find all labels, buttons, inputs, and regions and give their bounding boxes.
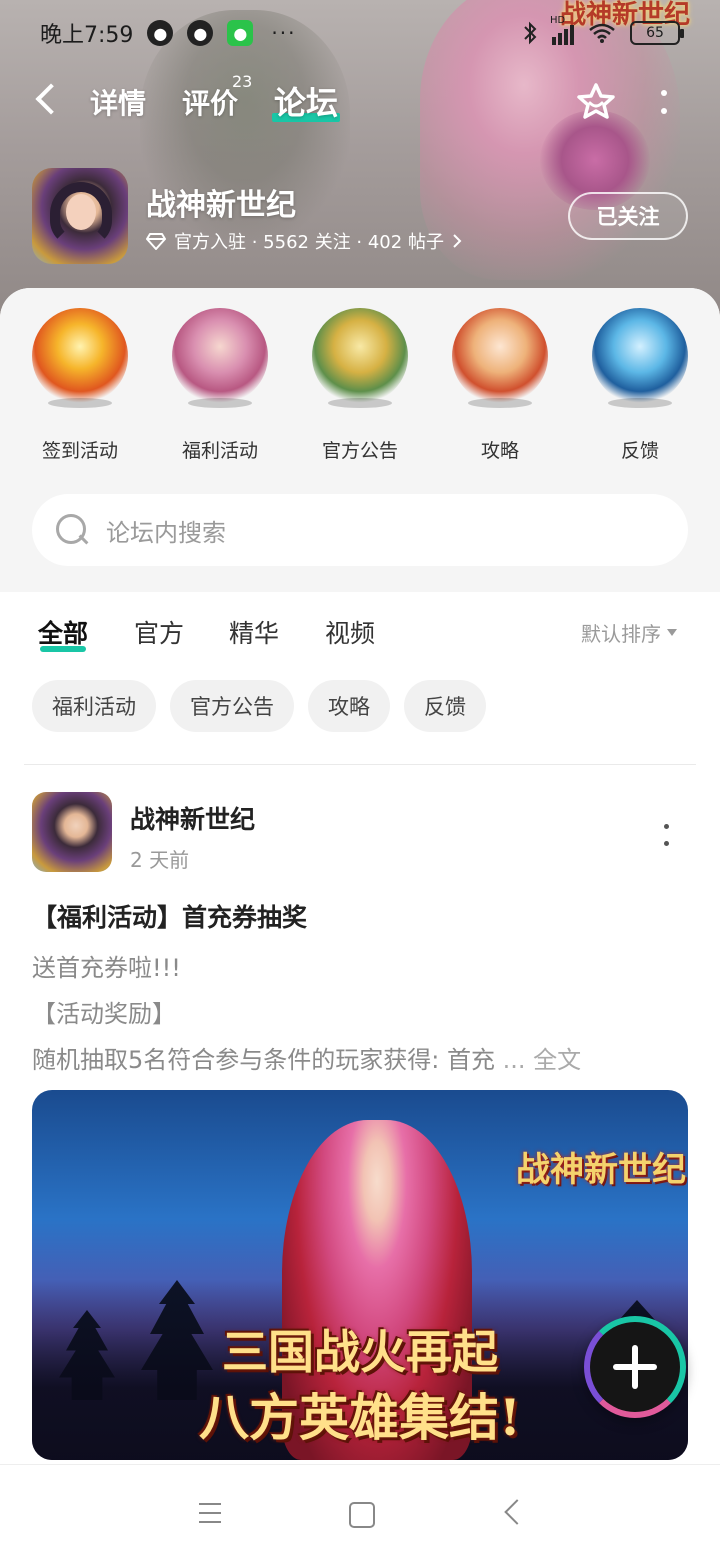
hd-label: HD	[550, 15, 566, 26]
divider	[24, 764, 696, 765]
tab-details[interactable]: 详情	[90, 82, 146, 122]
filter-tab-video[interactable]: 视频	[325, 614, 375, 650]
filter-tab-featured[interactable]: 精华	[229, 614, 279, 650]
read-more-link[interactable]: 全文	[533, 1046, 581, 1074]
top-nav: 详情 评价 23 论坛	[0, 72, 720, 132]
quick-link-announcement[interactable]: 官方公告	[290, 308, 430, 468]
create-post-button[interactable]	[584, 1316, 686, 1418]
quick-link-guide[interactable]: 攻略	[430, 308, 570, 468]
bluetooth-icon	[524, 21, 537, 45]
signal-icon: HD	[550, 15, 574, 45]
game-meta-text: 官方入驻 · 5562 关注 · 402 帖子	[174, 232, 444, 253]
chip-welfare[interactable]: 福利活动	[32, 680, 156, 732]
home-icon[interactable]	[340, 1493, 380, 1533]
chip-feedback[interactable]: 反馈	[404, 680, 486, 732]
quick-link-sign-in[interactable]: 签到活动	[10, 308, 150, 468]
post-excerpt-line: 【活动奖励】	[32, 1000, 176, 1028]
plus-icon	[613, 1345, 657, 1389]
reviews-count-badge: 23	[232, 72, 253, 91]
wifi-icon	[589, 23, 615, 43]
battery-icon: 65	[630, 21, 684, 45]
active-filter-underline	[40, 646, 87, 652]
game-icon[interactable]	[32, 168, 128, 264]
system-nav-bar	[0, 1464, 720, 1560]
wechat-icon: ●	[227, 20, 254, 46]
guide-art-icon	[452, 308, 548, 408]
quick-link-label: 签到活动	[41, 440, 118, 462]
category-chips: 福利活动 官方公告 攻略 反馈	[32, 680, 486, 732]
avatar[interactable]	[32, 792, 112, 872]
post-more-icon[interactable]	[664, 824, 672, 846]
search-input[interactable]: 论坛内搜索	[32, 494, 688, 566]
follow-button[interactable]: 已关注	[568, 192, 688, 240]
announcement-art-icon	[312, 308, 408, 408]
search-icon	[54, 512, 90, 548]
post-time: 2 天前	[130, 848, 190, 872]
filter-tab-all[interactable]: 全部	[38, 614, 89, 652]
feedback-art-icon	[592, 308, 688, 408]
status-time: 晚上7:59	[40, 23, 134, 48]
game-stats-link[interactable]: 官方入驻 · 5562 关注 · 402 帖子	[146, 228, 462, 254]
filter-tab-official[interactable]: 官方	[134, 614, 184, 650]
tab-reviews[interactable]: 评价	[182, 82, 238, 122]
game-name: 战神新世纪	[146, 188, 296, 223]
post-title[interactable]: 【福利活动】首充券抽奖	[32, 898, 307, 934]
welfare-art-icon	[172, 308, 268, 408]
tab-forum[interactable]: 论坛	[272, 78, 341, 124]
quick-link-label: 官方公告	[321, 440, 398, 462]
quick-link-label: 攻略	[480, 440, 519, 462]
sort-label: 默认排序	[581, 622, 661, 646]
status-bar: 晚上7:59 ● ● ● ··· HD 65	[0, 0, 720, 66]
quick-link-feedback[interactable]: 反馈	[570, 308, 710, 468]
chip-announcement[interactable]: 官方公告	[170, 680, 294, 732]
chevron-right-icon	[453, 234, 462, 248]
battery-level: 65	[646, 25, 664, 41]
filter-tabs: 全部 官方 精华 视频 默认排序	[0, 604, 720, 664]
sign-in-art-icon	[32, 308, 128, 408]
favorite-star-icon[interactable]	[574, 80, 618, 124]
chip-guide[interactable]: 攻略	[308, 680, 390, 732]
forum-content: 签到活动 福利活动 官方公告 攻略 反馈 论坛内搜索 全部 官方 精华 视频 默…	[0, 288, 720, 1468]
game-info: 战神新世纪 官方入驻 · 5562 关注 · 402 帖子 已关注	[32, 166, 692, 266]
tab-forum-label: 论坛	[274, 84, 339, 122]
post-excerpt-text: 随机抽取5名符合参与条件的玩家获得: 首充	[32, 1046, 495, 1074]
sort-dropdown[interactable]: 默认排序	[581, 618, 677, 647]
quick-links: 签到活动 福利活动 官方公告 攻略 反馈 论坛内搜索	[0, 288, 720, 592]
filter-tab-label: 全部	[38, 619, 89, 648]
post-author[interactable]: 战神新世纪	[130, 800, 255, 836]
system-back-icon[interactable]	[492, 1493, 532, 1533]
quick-link-label: 福利活动	[181, 440, 258, 462]
quick-link-label: 反馈	[620, 440, 659, 462]
more-options-icon[interactable]	[656, 84, 672, 120]
post-image[interactable]: 战神新世纪 三国战火再起 八方英雄集结!	[32, 1090, 688, 1460]
more-notifications-icon: ···	[271, 21, 297, 45]
back-icon[interactable]	[35, 83, 67, 115]
caret-down-icon	[667, 629, 677, 636]
search-placeholder: 论坛内搜索	[106, 518, 226, 547]
post-excerpt-line: 送首充券啦!!!	[32, 954, 181, 982]
diamond-icon	[146, 233, 166, 250]
ellipsis: ...	[502, 1046, 526, 1074]
post-excerpt-last-line: 随机抽取5名符合参与条件的玩家获得: 首充 ... 全文	[32, 1040, 581, 1075]
image-game-logo: 战神新世纪	[516, 1150, 686, 1190]
qq-icon: ●	[147, 20, 174, 46]
qq-icon: ●	[187, 20, 214, 46]
quick-link-welfare[interactable]: 福利活动	[150, 308, 290, 468]
menu-icon[interactable]	[190, 1493, 230, 1533]
